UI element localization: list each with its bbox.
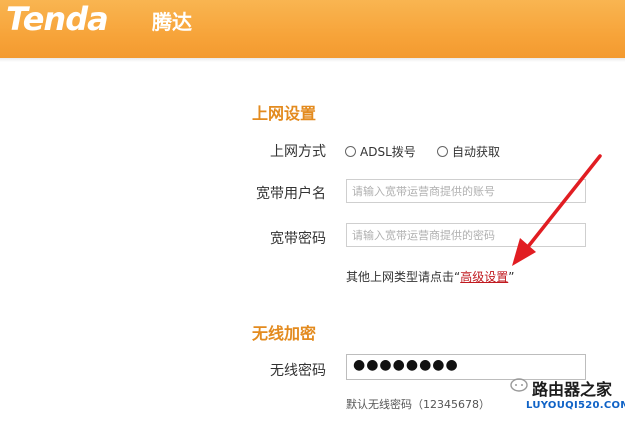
username-input[interactable] <box>346 179 586 203</box>
advanced-hint-suffix: ” <box>508 270 515 284</box>
section-title-wireless: 无线加密 <box>252 324 317 343</box>
watermark: 路由器之家 LUYOUQI520.COM <box>510 374 625 418</box>
brand-logo: Tenda <box>6 0 109 38</box>
chat-bubble-icon <box>510 378 528 392</box>
radio-auto-circle[interactable] <box>437 146 448 157</box>
watermark-title: 路由器之家 <box>532 380 613 399</box>
radio-auto-label: 自动获取 <box>452 145 501 159</box>
section-title-internet: 上网设置 <box>252 104 317 123</box>
radio-adsl-circle[interactable] <box>345 146 356 157</box>
radio-adsl-label: ADSL拨号 <box>360 145 416 159</box>
advanced-settings-link[interactable]: 高级设置 <box>460 270 508 284</box>
wifi-password-label: 无线密码 <box>270 363 326 379</box>
wifi-password-value: ●●●●●●●● <box>353 357 459 373</box>
radio-adsl[interactable]: ADSL拨号 <box>345 143 416 160</box>
password-input[interactable] <box>346 223 586 247</box>
watermark-url: LUYOUQI520.COM <box>526 400 625 411</box>
advanced-hint: 其他上网类型请点击“高级设置” <box>346 268 514 285</box>
brand-name-cn: 腾达 <box>152 10 192 34</box>
password-label: 宽带密码 <box>270 231 326 247</box>
header-bar: Tenda 腾达 <box>0 0 625 58</box>
header-shadow <box>0 58 625 62</box>
connection-type-label: 上网方式 <box>270 144 326 160</box>
username-label: 宽带用户名 <box>256 186 326 202</box>
advanced-hint-prefix: 其他上网类型请点击“ <box>346 270 461 284</box>
default-password-hint: 默认无线密码（12345678） <box>346 398 490 411</box>
radio-auto[interactable]: 自动获取 <box>437 143 500 160</box>
